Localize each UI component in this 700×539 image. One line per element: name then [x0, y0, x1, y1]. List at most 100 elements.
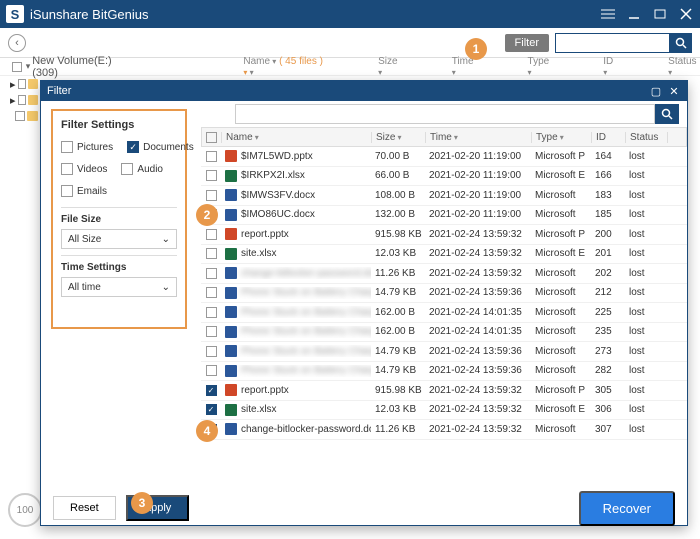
dialog-title: Filter [47, 85, 71, 97]
app-logo: S [6, 5, 24, 23]
row-checkbox[interactable] [206, 190, 217, 201]
tree-checkbox[interactable] [18, 79, 27, 89]
file-icon [225, 423, 237, 435]
minimize-icon[interactable] [626, 6, 642, 22]
row-checkbox[interactable] [206, 170, 217, 181]
col-size[interactable]: Size [372, 132, 426, 143]
file-icon [225, 170, 237, 182]
table-row[interactable]: $IMWS3FV.docx108.00 B2021-02-20 11:19:00… [201, 186, 687, 206]
table-row[interactable]: $IRKPX2I.xlsx66.00 B2021-02-20 11:19:00M… [201, 167, 687, 187]
file-type: Microsoft P [531, 229, 591, 240]
file-time: 2021-02-24 13:59:36 [425, 346, 531, 357]
search-input[interactable] [555, 33, 670, 53]
table-row[interactable]: ✓report.pptx915.98 KB2021-02-24 13:59:32… [201, 381, 687, 401]
table-row[interactable]: report.pptx915.98 KB2021-02-24 13:59:32M… [201, 225, 687, 245]
file-status: lost [625, 268, 667, 279]
volume-label[interactable]: New Volume(E:)(309) [32, 55, 133, 79]
file-type: Microsoft [531, 326, 591, 337]
file-time: 2021-02-20 11:19:00 [425, 190, 531, 201]
close-icon[interactable] [678, 6, 694, 22]
table-row[interactable]: change-bitlocker-password.docx11.26 KB20… [201, 264, 687, 284]
col-name[interactable]: Name ( 45 files ) [243, 56, 328, 78]
col-name[interactable]: Name [222, 132, 372, 143]
row-checkbox[interactable] [206, 229, 217, 240]
file-name: report.pptx [241, 229, 289, 240]
table-row[interactable]: Phone Stuck on Battery Charging Log14.79… [201, 342, 687, 362]
progress-indicator: 100 [8, 493, 42, 527]
table-row[interactable]: ✓change-bitlocker-password.docx11.26 KB2… [201, 420, 687, 440]
time-settings-select[interactable]: All time⌄ [61, 277, 177, 297]
col-type[interactable]: Type [528, 56, 554, 78]
col-size[interactable]: Size [378, 56, 402, 78]
emails-checkbox[interactable]: Emails [61, 185, 107, 197]
dialog-titlebar: Filter ▢ ✕ [41, 81, 687, 101]
tree-checkbox[interactable] [18, 95, 27, 105]
row-checkbox[interactable] [206, 151, 217, 162]
file-size-label: File Size [61, 214, 177, 225]
search-icon[interactable] [655, 104, 679, 124]
filter-button[interactable]: Filter [505, 34, 549, 52]
col-status: Status [668, 56, 700, 78]
recover-button[interactable]: Recover [579, 491, 675, 526]
row-checkbox[interactable] [206, 268, 217, 279]
file-icon [225, 365, 237, 377]
file-size: 66.00 B [371, 170, 425, 181]
maximize-icon[interactable] [652, 6, 668, 22]
select-all-checkbox[interactable] [206, 132, 217, 143]
col-id[interactable]: ID [592, 132, 626, 143]
pictures-checkbox[interactable]: Pictures [61, 141, 113, 153]
file-type: Microsoft [531, 307, 591, 318]
row-checkbox[interactable] [206, 307, 217, 318]
row-checkbox[interactable]: ✓ [206, 385, 217, 396]
callout-2: 2 [196, 204, 218, 226]
toolbar: ‹ Filter [0, 28, 700, 58]
back-button[interactable]: ‹ [8, 34, 26, 52]
file-type: Microsoft E [531, 248, 591, 259]
audio-checkbox[interactable]: Audio [121, 163, 163, 175]
file-status: lost [625, 326, 667, 337]
file-id: 164 [591, 151, 625, 162]
col-type[interactable]: Type [532, 132, 592, 143]
table-row[interactable]: site.xlsx12.03 KB2021-02-24 13:59:32Micr… [201, 245, 687, 265]
filter-search-input[interactable] [235, 104, 655, 124]
row-checkbox[interactable]: ✓ [206, 404, 217, 415]
filter-dialog: Filter ▢ ✕ Filter Settings Pictures ✓Doc… [40, 80, 688, 526]
file-size-select[interactable]: All Size⌄ [61, 229, 177, 249]
table-row[interactable]: Phone Stuck on Battery Charging Log14.79… [201, 362, 687, 382]
tree-checkbox[interactable] [12, 62, 22, 72]
table-row[interactable]: $IM7L5WD.pptx70.00 B2021-02-20 11:19:00M… [201, 147, 687, 167]
menu-icon[interactable] [600, 6, 616, 22]
dialog-close-icon[interactable]: ✕ [667, 85, 681, 98]
file-icon [225, 345, 237, 357]
file-status: lost [625, 229, 667, 240]
tree-checkbox[interactable] [15, 111, 25, 121]
table-row[interactable]: $IMO86UC.docx132.00 B2021-02-20 11:19:00… [201, 206, 687, 226]
table-row[interactable]: ✓site.xlsx12.03 KB2021-02-24 13:59:32Mic… [201, 401, 687, 421]
file-size: 14.79 KB [371, 346, 425, 357]
row-checkbox[interactable] [206, 346, 217, 357]
row-checkbox[interactable] [206, 287, 217, 298]
file-icon [225, 150, 237, 162]
row-checkbox[interactable] [206, 365, 217, 376]
table-row[interactable]: Phone Stuck on Battery Charging Log162.0… [201, 323, 687, 343]
videos-checkbox[interactable]: Videos [61, 163, 107, 175]
file-id: 282 [591, 365, 625, 376]
row-checkbox[interactable] [206, 248, 217, 259]
file-size: 12.03 KB [371, 248, 425, 259]
search-icon[interactable] [670, 33, 692, 53]
file-name: $IRKPX2I.xlsx [241, 170, 305, 181]
file-name: Phone Stuck on Battery Charging Log [241, 365, 371, 376]
dialog-maximize-icon[interactable]: ▢ [649, 85, 663, 98]
file-status: lost [625, 190, 667, 201]
table-row[interactable]: Phone Stuck on Battery Charging Log162.0… [201, 303, 687, 323]
file-name: Phone Stuck on Battery Charging Log [241, 307, 371, 318]
reset-button[interactable]: Reset [53, 496, 116, 520]
table-row[interactable]: Phone Stuck on Battery Charging Log14.79… [201, 284, 687, 304]
row-checkbox[interactable] [206, 326, 217, 337]
col-time[interactable]: Time [426, 132, 532, 143]
file-time: 2021-02-24 13:59:32 [425, 229, 531, 240]
documents-checkbox[interactable]: ✓Documents [127, 141, 194, 153]
file-type: Microsoft [531, 268, 591, 279]
col-status[interactable]: Status [626, 132, 668, 143]
file-time: 2021-02-24 13:59:32 [425, 424, 531, 435]
